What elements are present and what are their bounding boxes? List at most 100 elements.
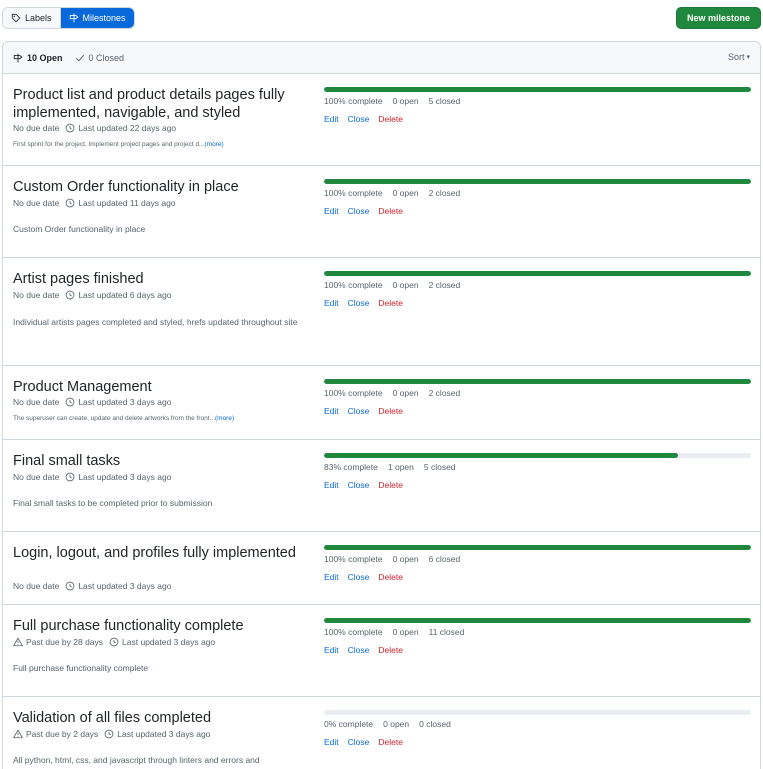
milestone-title[interactable]: Final small tasks <box>13 452 313 470</box>
milestone-actions: Edit Close Delete <box>324 572 403 582</box>
percent-complete: 83% complete <box>324 462 378 472</box>
milestones-tab-label: Milestones <box>82 13 126 23</box>
edit-link[interactable]: Edit <box>324 298 339 308</box>
check-icon <box>75 54 84 62</box>
milestones-toolbar: Labels Milestones New milestone <box>0 0 763 36</box>
percent-complete: 0% complete <box>324 719 374 729</box>
close-link[interactable]: Close <box>348 406 370 416</box>
edit-link[interactable]: Edit <box>324 206 339 216</box>
edit-link[interactable]: Edit <box>324 645 339 655</box>
sort-label: Sort <box>727 52 745 62</box>
close-link[interactable]: Close <box>348 206 370 216</box>
milestone-stats: 100% complete 0 open 11 closed <box>324 627 464 637</box>
close-link[interactable]: Close <box>348 645 370 655</box>
milestone-title[interactable]: Artist pages finished <box>13 270 313 288</box>
more-link[interactable]: (more) <box>215 415 234 422</box>
milestone-icon <box>13 53 23 62</box>
clock-icon <box>65 198 75 208</box>
delete-link[interactable]: Delete <box>378 406 403 416</box>
progress-bar-fill <box>324 271 751 276</box>
milestone-title[interactable]: Product list and product details pages f… <box>13 86 313 122</box>
alert-icon <box>13 637 23 647</box>
edit-link[interactable]: Edit <box>324 480 339 490</box>
sort-dropdown[interactable]: Sort ▾ <box>728 52 750 62</box>
milestone-title[interactable]: Full purchase functionality complete <box>13 617 313 635</box>
percent-complete: 100% complete <box>324 554 383 564</box>
clock-icon <box>65 290 75 300</box>
open-issues-count: 0 open <box>383 719 410 729</box>
milestone-row: Custom Order functionality in place No du… <box>3 166 760 258</box>
milestone-row: Product Management No due date Last update… <box>3 366 760 440</box>
progress-bar <box>324 453 751 458</box>
edit-link[interactable]: Edit <box>324 406 339 416</box>
percent-complete: 100% complete <box>324 627 383 637</box>
open-issues-count: 0 open <box>392 554 419 564</box>
close-link[interactable]: Close <box>348 480 370 490</box>
milestone-icon <box>69 13 78 23</box>
clock-icon <box>109 637 119 647</box>
last-updated: Last updated 3 days ago <box>65 397 171 407</box>
due-date: Past due by 2 days <box>13 729 98 739</box>
progress-bar <box>324 179 751 184</box>
delete-link[interactable]: Delete <box>378 737 403 747</box>
last-updated-text: Last updated 3 days ago <box>78 472 172 482</box>
description-text: First sprint for the project. Implement … <box>13 141 205 148</box>
milestone-meta: No due date Last updated 6 days ago <box>13 290 171 300</box>
milestone-stats: 100% complete 0 open 5 closed <box>324 96 460 106</box>
milestone-meta: Past due by 28 days Last updated 3 days a… <box>13 637 215 647</box>
clock-icon <box>104 729 114 739</box>
open-filter[interactable]: 10 Open <box>13 53 63 63</box>
clock-icon <box>65 397 75 407</box>
milestones-tab[interactable]: Milestones <box>59 8 134 28</box>
last-updated: Last updated 11 days ago <box>65 198 176 208</box>
description-text: Individual artists pages completed and s… <box>13 317 298 327</box>
delete-link[interactable]: Delete <box>378 572 403 582</box>
due-date-text: Past due by 28 days <box>26 637 104 647</box>
clock-icon <box>65 581 75 591</box>
edit-link[interactable]: Edit <box>324 737 339 747</box>
new-milestone-button[interactable]: New milestone <box>675 7 761 29</box>
labels-tab-label: Labels <box>25 13 52 23</box>
more-link[interactable]: (more) <box>204 141 223 148</box>
milestone-description: Custom Order functionality in place <box>13 222 303 237</box>
caret-down-icon: ▾ <box>746 54 750 61</box>
milestone-meta: No due date Last updated 22 days ago <box>13 123 176 133</box>
percent-complete: 100% complete <box>324 188 383 198</box>
description-text: Full purchase functionality complete <box>13 663 149 673</box>
milestones-list-header: 10 Open 0 Closed Sort ▾ <box>3 42 760 74</box>
last-updated-text: Last updated 3 days ago <box>78 581 172 591</box>
progress-bar-fill <box>324 87 751 92</box>
milestone-title[interactable]: Product Management <box>13 378 313 396</box>
due-date-text: No due date <box>13 290 60 300</box>
milestone-actions: Edit Close Delete <box>324 645 403 655</box>
delete-link[interactable]: Delete <box>378 480 403 490</box>
close-link[interactable]: Close <box>348 114 370 124</box>
delete-link[interactable]: Delete <box>378 645 403 655</box>
closed-filter[interactable]: 0 Closed <box>75 53 124 63</box>
close-link[interactable]: Close <box>348 737 370 747</box>
edit-link[interactable]: Edit <box>324 114 339 124</box>
close-link[interactable]: Close <box>348 298 370 308</box>
clock-icon <box>65 472 75 482</box>
milestone-title[interactable]: Login, logout, and profiles fully implem… <box>13 544 313 562</box>
closed-issues-count: 6 closed <box>428 554 461 564</box>
milestone-title[interactable]: Custom Order functionality in place <box>13 178 313 196</box>
delete-link[interactable]: Delete <box>378 206 403 216</box>
due-date-text: No due date <box>13 397 60 407</box>
due-date: No due date <box>13 123 59 133</box>
open-count: 10 Open <box>27 52 63 63</box>
delete-link[interactable]: Delete <box>378 298 403 308</box>
description-text: Custom Order functionality in place <box>13 224 146 234</box>
milestone-stats: 100% complete 0 open 2 closed <box>324 388 460 398</box>
percent-complete: 100% complete <box>324 96 383 106</box>
labels-tab[interactable]: Labels <box>3 8 60 28</box>
milestone-description: Final small tasks to be completed prior … <box>13 496 303 511</box>
milestone-title[interactable]: Validation of all files completed <box>13 709 313 727</box>
last-updated-text: Last updated 11 days ago <box>78 198 176 208</box>
due-date: No due date <box>13 472 59 482</box>
milestone-stats: 100% complete 0 open 6 closed <box>324 554 460 564</box>
close-link[interactable]: Close <box>348 572 370 582</box>
due-date: No due date <box>13 198 59 208</box>
edit-link[interactable]: Edit <box>324 572 339 582</box>
delete-link[interactable]: Delete <box>378 114 403 124</box>
